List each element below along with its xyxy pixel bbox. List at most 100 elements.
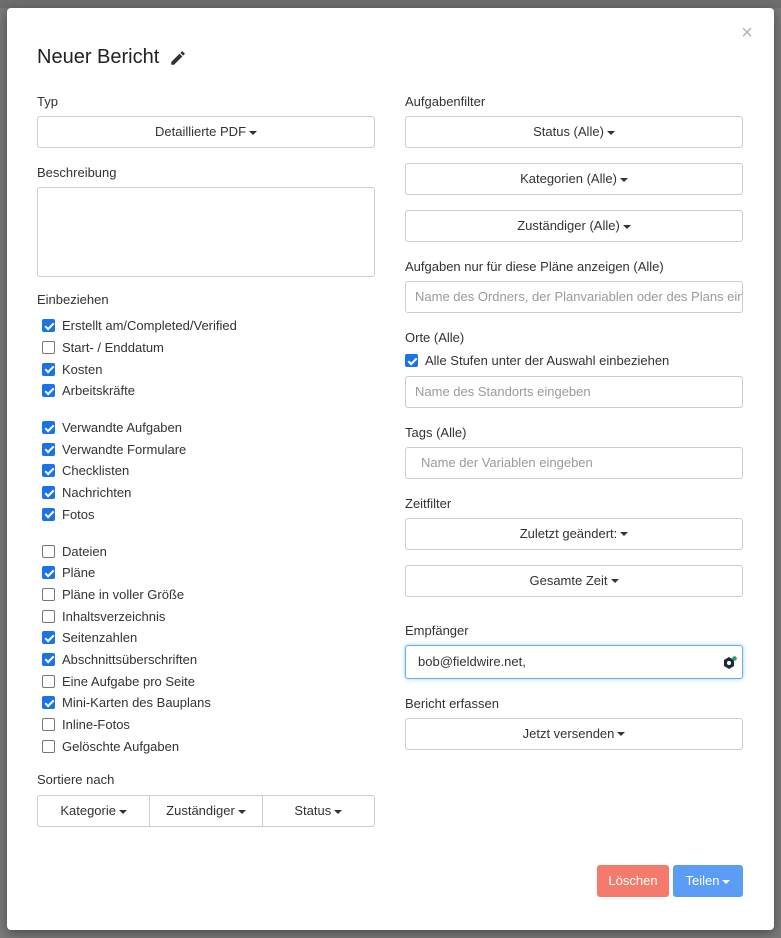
report-type-dropdown[interactable]: Detaillierte PDF — [37, 116, 375, 148]
locations-label: Orte (Alle) — [405, 330, 465, 345]
report-type-value: Detaillierte PDF — [154, 124, 247, 139]
sort-assignee-button[interactable]: Zuständiger — [149, 795, 263, 828]
recipients-input[interactable]: bob@fieldwire.net, — [405, 644, 743, 679]
include-option-row[interactable]: Seitenzahlen — [37, 627, 375, 649]
include-group-spacer — [37, 525, 375, 540]
description-label: Beschreibung — [37, 165, 117, 180]
include-option-checkbox[interactable] — [42, 507, 55, 521]
recipients-label: Empfänger — [405, 622, 469, 638]
caret-down-icon — [617, 732, 626, 737]
include-option-row[interactable]: Dateien — [37, 540, 375, 562]
location-input[interactable]: Name des Standorts eingeben — [405, 375, 743, 408]
include-option-checkbox[interactable] — [42, 631, 55, 645]
caret-down-icon — [722, 879, 731, 884]
include-option-row[interactable]: Checklisten — [37, 460, 375, 482]
assignee-filter-dropdown[interactable]: Zuständiger (Alle) — [405, 210, 743, 242]
caret-down-icon — [619, 177, 628, 182]
time-filter-label: Zeitfilter — [405, 495, 452, 511]
include-option-checkbox[interactable] — [42, 587, 55, 601]
sort-status-button[interactable]: Status — [261, 795, 375, 828]
password-manager-icon[interactable] — [723, 655, 737, 670]
include-option-row[interactable]: Erstellt am/Completed/Verified — [37, 315, 375, 337]
include-option-row[interactable]: Start- / Enddatum — [37, 337, 375, 359]
include-option-row[interactable]: Inline-Fotos — [37, 714, 375, 736]
caret-down-icon — [606, 130, 615, 135]
include-option-checkbox[interactable] — [42, 739, 55, 753]
dialog-title: Neuer Bericht — [37, 46, 187, 69]
include-option-row[interactable]: Abschnittsüberschriften — [37, 649, 375, 671]
status-filter-label: Status (Alle) — [533, 124, 604, 139]
include-option-checkbox[interactable] — [42, 341, 55, 355]
include-option-row[interactable]: Nachrichten — [37, 482, 375, 504]
share-button[interactable]: Teilen — [673, 865, 743, 897]
include-option-checkbox[interactable] — [42, 442, 55, 456]
include-option-checkbox[interactable] — [42, 384, 55, 398]
include-option-row[interactable]: Verwandte Aufgaben — [37, 417, 375, 439]
left-column: Typ Detaillierte PDF Beschreibung Einbez… — [37, 93, 375, 828]
recipients-value: bob@fieldwire.net, — [418, 653, 526, 669]
include-group-spacer — [37, 402, 375, 417]
include-option-checkbox[interactable] — [42, 544, 55, 558]
categories-filter-label: Kategorien (Alle) — [520, 171, 617, 186]
description-textarea[interactable] — [37, 187, 375, 277]
close-icon[interactable]: × — [736, 22, 758, 44]
include-option-row[interactable]: Inhaltsverzeichnis — [37, 605, 375, 627]
delete-button-label: Löschen — [608, 873, 658, 888]
include-option-row[interactable]: Verwandte Formulare — [37, 438, 375, 460]
include-option-checkbox[interactable] — [42, 362, 55, 376]
sort-status-label: Status — [294, 803, 332, 819]
include-option-row[interactable]: Pläne in voller Größe — [37, 584, 375, 606]
status-filter-dropdown[interactable]: Status (Alle) — [405, 116, 743, 148]
caret-down-icon — [237, 809, 246, 814]
caret-down-icon — [620, 532, 629, 537]
include-option-checkbox[interactable] — [42, 566, 55, 580]
include-option-label: Checklisten — [62, 463, 130, 479]
include-option-label: Inhaltsverzeichnis — [62, 608, 166, 624]
include-sublevels-row[interactable]: Alle Stufen unter der Auswahl einbeziehe… — [405, 350, 743, 372]
categories-filter-dropdown[interactable]: Kategorien (Alle) — [405, 163, 743, 195]
include-option-row[interactable]: Pläne — [37, 562, 375, 584]
include-option-row[interactable]: Gelöschte Aufgaben — [37, 735, 375, 757]
include-option-checkbox[interactable] — [42, 718, 55, 732]
new-report-dialog: × Neuer Bericht Typ Detaillierte PDF Bes… — [7, 8, 774, 930]
plans-input[interactable]: Name des Ordners, der Planvariablen oder… — [405, 281, 743, 313]
total-time-dropdown[interactable]: Gesamte Zeit — [405, 564, 743, 597]
include-option-checkbox[interactable] — [42, 486, 55, 500]
include-option-row[interactable]: Kosten — [37, 358, 375, 380]
include-option-row[interactable]: Eine Aufgabe pro Seite — [37, 670, 375, 692]
include-option-checkbox[interactable] — [42, 421, 55, 435]
include-option-label: Arbeitskräfte — [62, 383, 135, 399]
include-sublevels-label: Alle Stufen unter der Auswahl einbeziehe… — [425, 353, 670, 369]
sort-by-button-group: Kategorie Zuständiger Status — [37, 795, 375, 828]
share-button-label: Teilen — [685, 873, 720, 888]
right-column: Aufgabenfilter Status (Alle) Kategorien … — [405, 93, 743, 750]
sort-category-button[interactable]: Kategorie — [37, 795, 151, 828]
page-backdrop — [0, 0, 781, 8]
pencil-icon[interactable] — [169, 49, 187, 67]
include-option-checkbox[interactable] — [42, 696, 55, 710]
include-option-label: Kosten — [62, 361, 103, 377]
include-option-checkbox[interactable] — [42, 319, 55, 333]
caret-down-icon — [334, 809, 343, 814]
include-option-label: Fotos — [62, 506, 95, 522]
include-option-label: Pläne — [62, 565, 96, 581]
include-option-checkbox[interactable] — [42, 609, 55, 623]
include-option-checkbox[interactable] — [42, 674, 55, 688]
delete-button[interactable]: Löschen — [597, 865, 669, 897]
send-now-dropdown[interactable]: Jetzt versenden — [405, 717, 743, 750]
include-option-row[interactable]: Mini-Karten des Bauplans — [37, 692, 375, 714]
tags-input[interactable]: Name der Variablen eingeben — [405, 446, 743, 479]
last-changed-label: Zuletzt geändert: — [519, 525, 618, 541]
include-option-checkbox[interactable] — [42, 652, 55, 666]
include-option-label: Pläne in voller Größe — [62, 586, 185, 602]
type-label: Typ — [37, 94, 58, 109]
include-option-label: Eine Aufgabe pro Seite — [62, 673, 195, 689]
include-option-row[interactable]: Fotos — [37, 504, 375, 526]
include-option-checkbox[interactable] — [42, 464, 55, 478]
include-option-row[interactable]: Arbeitskräfte — [37, 380, 375, 402]
include-option-label: Erstellt am/Completed/Verified — [62, 318, 237, 334]
caret-down-icon — [118, 809, 127, 814]
assignee-filter-label: Zuständiger (Alle) — [517, 218, 620, 233]
include-sublevels-checkbox[interactable] — [405, 354, 418, 368]
last-changed-dropdown[interactable]: Zuletzt geändert: — [405, 517, 743, 550]
